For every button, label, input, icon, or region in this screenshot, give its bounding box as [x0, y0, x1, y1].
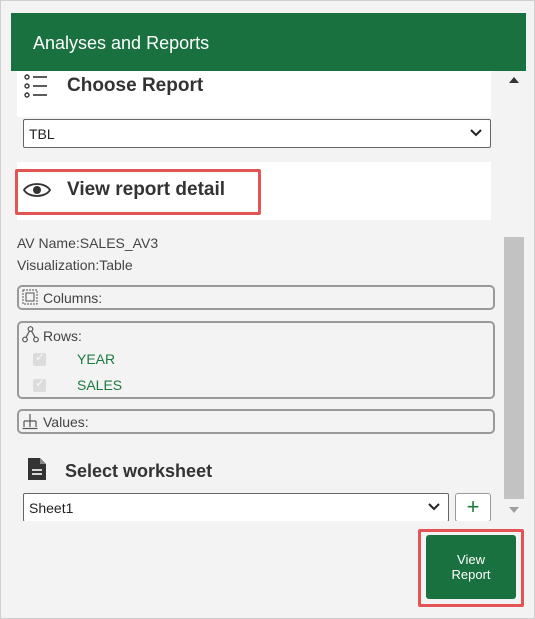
columns-label: Columns: — [43, 290, 103, 306]
row-field-sales-checkbox[interactable]: ✓ — [33, 376, 46, 392]
pane-title: Analyses and Reports — [33, 33, 210, 53]
choose-report-title: Choose Report — [67, 75, 204, 96]
values-label: Values: — [43, 414, 89, 430]
view-report-button-line1: View — [457, 552, 485, 567]
scrollbar[interactable] — [503, 71, 526, 521]
columns-icon — [22, 289, 38, 305]
visualization-type: Visualization:Table — [17, 257, 133, 273]
report-select[interactable]: TBL — [23, 119, 491, 148]
scroll-down-arrow-icon[interactable] — [509, 507, 519, 513]
av-name: AV Name:SALES_AV3 — [17, 235, 159, 251]
values-icon — [22, 414, 38, 430]
chevron-down-icon — [428, 503, 440, 511]
list-icon — [24, 74, 47, 98]
worksheet-select[interactable]: Sheet1 — [23, 493, 449, 521]
worksheet-select-value: Sheet1 — [29, 500, 74, 516]
report-select-value: TBL — [29, 126, 55, 142]
select-worksheet-title: Select worksheet — [65, 461, 213, 481]
row-field-sales-label: SALES — [77, 377, 123, 393]
row-field-year-checkbox[interactable]: ✓ — [33, 350, 46, 366]
chevron-down-icon — [470, 129, 482, 137]
choose-report-section: Choose Report — [17, 71, 491, 117]
row-field-year-label: YEAR — [77, 351, 116, 367]
values-group: Values: — [17, 409, 495, 434]
view-report-detail-title: View report detail — [67, 179, 226, 200]
view-report-detail-section: View report detail — [17, 162, 491, 220]
pane-content: Choose Report TBL View report detail AV … — [11, 71, 526, 521]
eye-icon — [23, 183, 51, 197]
view-report-button[interactable]: View Report — [426, 535, 516, 599]
rows-label: Rows: — [43, 328, 82, 344]
task-pane: Analyses and Reports Choose Report TBL V… — [0, 0, 535, 619]
hierarchy-icon — [22, 326, 39, 343]
view-report-button-line2: Report — [451, 567, 491, 582]
scroll-up-arrow-icon[interactable] — [509, 77, 519, 83]
add-worksheet-button[interactable]: + — [455, 493, 491, 521]
columns-group: Columns: — [17, 285, 495, 310]
document-icon — [28, 458, 46, 480]
scroll-thumb[interactable] — [504, 237, 524, 499]
rows-group: Rows: ✓ YEAR ✓ SALES — [17, 321, 495, 399]
pane-header: Analyses and Reports — [11, 13, 526, 71]
